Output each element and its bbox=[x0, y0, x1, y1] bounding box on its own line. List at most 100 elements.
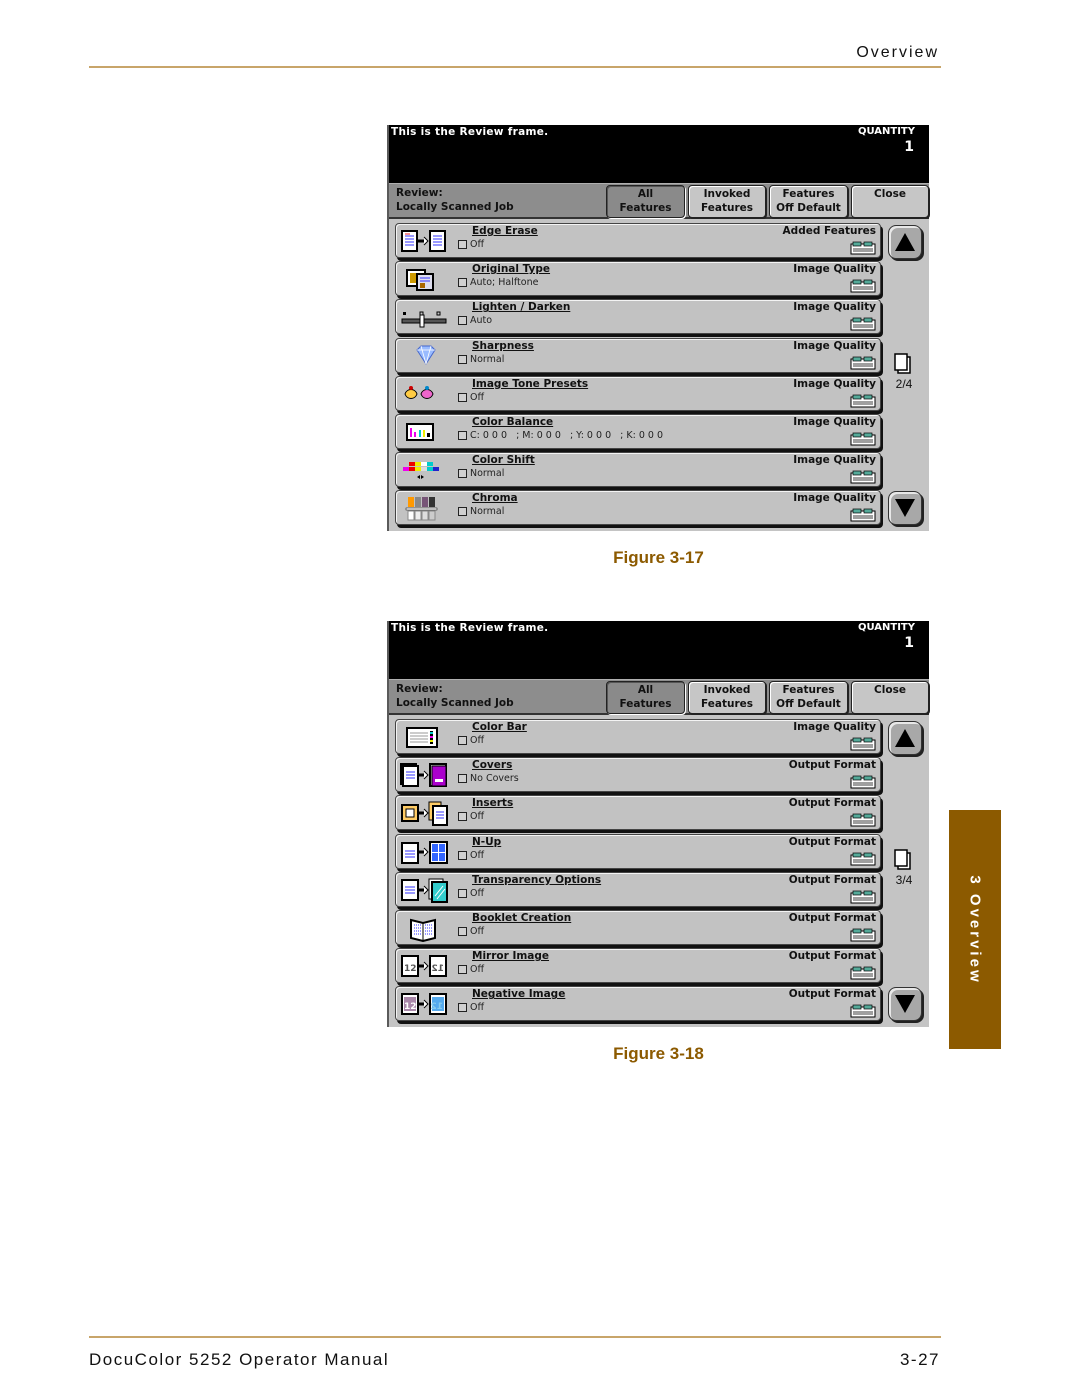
svg-text:12: 12 bbox=[404, 1002, 417, 1012]
feature-category: Added Features bbox=[782, 225, 876, 237]
checkbox-icon bbox=[458, 774, 467, 784]
checkbox-icon bbox=[458, 1003, 467, 1013]
review-label: Review: Locally Scanned Job bbox=[396, 682, 514, 710]
feature-value-text: Normal bbox=[470, 353, 505, 365]
feature-value: Normal bbox=[458, 506, 504, 517]
checkbox-icon bbox=[458, 812, 467, 822]
scroll-down-button[interactable] bbox=[888, 491, 922, 525]
feature-row[interactable]: Booklet Creation Off Output Format bbox=[395, 910, 881, 945]
feature-name: Negative Image bbox=[472, 988, 566, 1001]
quantity-value: 1 bbox=[904, 635, 914, 651]
feature-value-text: Auto bbox=[470, 315, 493, 327]
edge-erase-icon bbox=[399, 227, 451, 255]
tab-all-features[interactable]: All Features bbox=[606, 681, 685, 714]
feature-row[interactable]: Color Balance C: 0 0 0 ; M: 0 0 0 ; Y: 0 … bbox=[395, 414, 881, 449]
tab-invoked-features[interactable]: Invoked Features bbox=[688, 681, 766, 714]
feature-row[interactable]: Lighten / Darken Auto Image Quality bbox=[395, 299, 881, 335]
tab-label-line1: All bbox=[637, 188, 654, 200]
chapter-side-tab[interactable]: 3 Overview bbox=[949, 810, 1001, 1049]
tab-label-line1: Invoked bbox=[703, 684, 751, 696]
footer-rule bbox=[89, 1336, 941, 1338]
negative-image-icon: 12 12 bbox=[399, 990, 451, 1018]
feature-row[interactable]: Inserts Off Output Format bbox=[395, 795, 881, 831]
feature-value-text: Off bbox=[470, 811, 485, 823]
feature-name: Chroma bbox=[472, 492, 518, 505]
close-button[interactable]: Close bbox=[851, 185, 929, 218]
feature-row[interactable]: Edge Erase Off Added Features bbox=[395, 223, 881, 258]
feature-name: Image Tone Presets bbox=[472, 377, 589, 390]
feature-row[interactable]: N-Up Off Output Format bbox=[395, 833, 881, 869]
scroll-down-button[interactable] bbox=[888, 987, 922, 1021]
review-job-name: Locally Scanned Job bbox=[396, 201, 514, 213]
feature-row[interactable]: Transparency Options Off Output Format bbox=[395, 871, 881, 907]
feature-value: Off bbox=[458, 811, 484, 822]
feature-value-text: Off bbox=[470, 849, 485, 861]
review-heading: Review: bbox=[396, 187, 443, 199]
feature-value-text: Off bbox=[470, 926, 485, 937]
feature-category: Image Quality bbox=[793, 492, 876, 505]
feature-name: Color Shift bbox=[472, 454, 535, 467]
checkbox-icon bbox=[458, 507, 467, 517]
tab-label-line1: Invoked bbox=[703, 188, 751, 200]
tab-label-line1: Features bbox=[782, 684, 835, 696]
feature-category: Output Format bbox=[788, 797, 876, 810]
checkbox-icon bbox=[458, 736, 467, 745]
feature-row[interactable]: Image Tone Presets Off Image Quality bbox=[395, 375, 881, 411]
feature-name: Edge Erase bbox=[472, 225, 538, 237]
up-arrow-icon bbox=[895, 729, 915, 747]
feature-row[interactable]: 12 12 Negative Image Off Output Format bbox=[395, 986, 881, 1022]
tab-folder-icon bbox=[850, 736, 876, 751]
feature-row[interactable]: Covers No Covers Output Format bbox=[395, 757, 881, 793]
checkbox-icon bbox=[458, 316, 467, 326]
close-button[interactable]: Close bbox=[851, 681, 929, 714]
quantity-label: QUANTITY bbox=[857, 622, 915, 633]
tab-features-off-default[interactable]: Features Off Default bbox=[769, 185, 848, 218]
feature-row[interactable]: Original Type Auto; Halftone Image Quality bbox=[395, 261, 881, 297]
feature-row[interactable]: Color Shift Normal Image Quality bbox=[395, 452, 881, 488]
feature-value-text: Off bbox=[470, 887, 485, 899]
feature-name: Color Bar bbox=[472, 721, 527, 733]
tab-folder-icon bbox=[850, 278, 876, 293]
feature-name: Transparency Options bbox=[472, 873, 602, 886]
tab-label-line1: Features bbox=[782, 188, 835, 200]
feature-value-text: Off bbox=[470, 1002, 485, 1014]
tab-folder-icon bbox=[850, 469, 876, 484]
feature-name: Inserts bbox=[472, 797, 514, 810]
feature-value: Auto bbox=[458, 315, 492, 326]
feature-name: N-Up bbox=[472, 835, 502, 848]
feature-category: Output Format bbox=[788, 759, 876, 772]
down-arrow-icon bbox=[895, 499, 915, 517]
tab-folder-icon bbox=[850, 889, 876, 904]
feature-value: Normal bbox=[458, 468, 504, 479]
feature-name: Booklet Creation bbox=[472, 912, 572, 924]
feature-row[interactable]: Chroma Normal Image Quality bbox=[395, 490, 881, 526]
tab-label-line2: Off Default bbox=[776, 698, 841, 710]
tab-label-line2: Features bbox=[701, 698, 753, 710]
tab-label-line1: Close bbox=[874, 684, 906, 696]
tab-features-off-default[interactable]: Features Off Default bbox=[769, 681, 848, 714]
feature-value-text: Off bbox=[470, 239, 485, 250]
figure-caption: Figure 3-18 bbox=[613, 1044, 704, 1063]
feature-row[interactable]: 12 12 Mirror Image Off Output Format bbox=[395, 948, 881, 984]
feature-category: Output Format bbox=[788, 873, 876, 886]
tab-label-line2: Features bbox=[619, 698, 672, 710]
color-bar-icon bbox=[399, 723, 451, 751]
feature-value: Off bbox=[458, 964, 484, 975]
color-shift-icon bbox=[399, 456, 451, 484]
feature-name: Sharpness bbox=[472, 339, 534, 352]
svg-text:12: 12 bbox=[431, 964, 444, 974]
tab-folder-icon bbox=[850, 851, 876, 866]
feature-category: Image Quality bbox=[793, 721, 876, 733]
feature-row[interactable]: Sharpness Normal Image Quality bbox=[395, 337, 881, 373]
scroll-up-button[interactable] bbox=[888, 225, 922, 259]
feature-value-text: Normal bbox=[470, 506, 505, 518]
chapter-side-tab-label: 3 Overview bbox=[966, 874, 984, 985]
tab-label-line2: Off Default bbox=[776, 202, 841, 214]
feature-row[interactable]: Color Bar Off Image Quality bbox=[395, 719, 881, 754]
scroll-up-button[interactable] bbox=[888, 721, 922, 755]
tab-invoked-features[interactable]: Invoked Features bbox=[688, 185, 766, 218]
inserts-icon bbox=[399, 799, 451, 827]
tab-all-features[interactable]: All Features bbox=[606, 185, 685, 218]
feature-value: Off bbox=[458, 888, 484, 899]
checkbox-icon bbox=[458, 431, 467, 440]
